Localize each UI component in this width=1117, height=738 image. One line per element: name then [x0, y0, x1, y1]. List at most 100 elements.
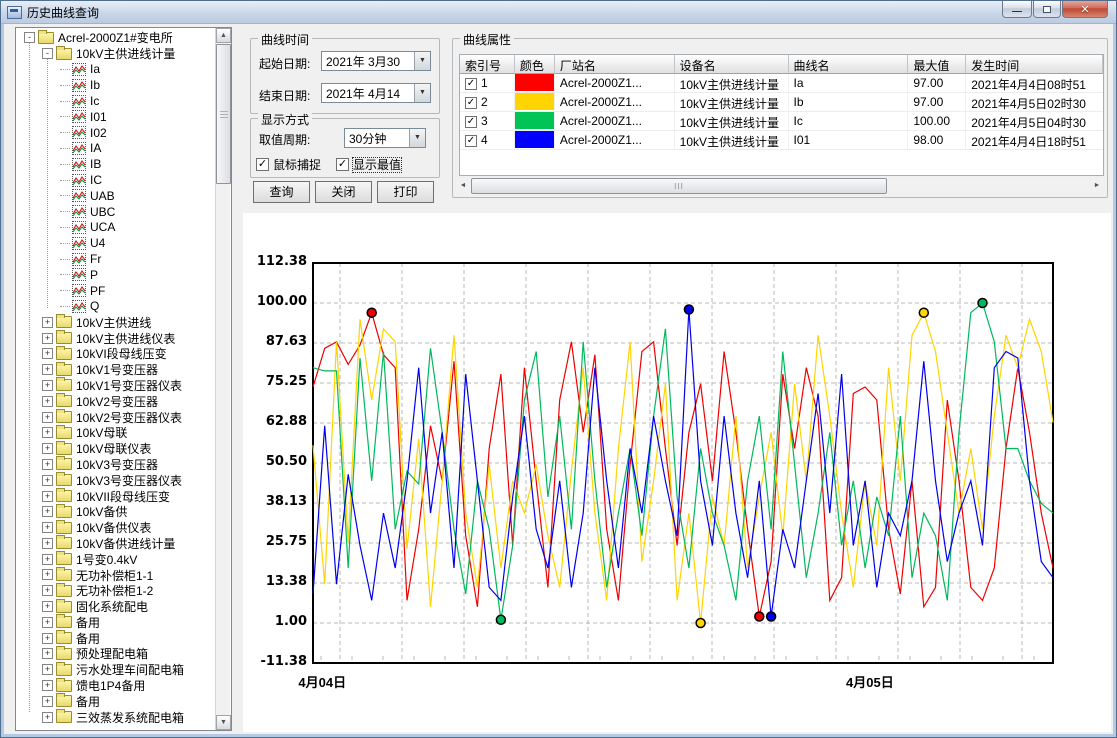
tree-item[interactable]: PF [16, 283, 214, 299]
row-checkbox[interactable]: ✓ [465, 78, 477, 90]
expand-toggle-icon[interactable]: + [42, 554, 53, 565]
expand-toggle-icon[interactable]: + [42, 522, 53, 533]
table-hscrollbar[interactable]: ◄ III ► [455, 178, 1105, 195]
tree-item[interactable]: +10kV2号变压器仪表 [16, 409, 214, 425]
column-header[interactable]: 发生时间 [966, 55, 1103, 74]
column-header[interactable]: 曲线名 [789, 55, 909, 74]
tree-item[interactable]: Ib [16, 77, 214, 93]
table-row[interactable]: ✓4Acrel-2000Z1...10kV主供进线计量I0198.002021年… [460, 131, 1103, 150]
tree-item[interactable]: +10kV主供进线 [16, 314, 214, 330]
tree-item[interactable]: I01 [16, 109, 214, 125]
tree-item[interactable]: Q [16, 299, 214, 315]
tree-item[interactable]: +10kVI段母线压变 [16, 346, 214, 362]
tree-item[interactable]: Fr [16, 251, 214, 267]
tree-item[interactable]: +预处理配电箱 [16, 646, 214, 662]
tree-item[interactable]: +10kV备供 [16, 504, 214, 520]
tree-item[interactable]: Ic [16, 93, 214, 109]
scroll-right-icon[interactable]: ► [1089, 178, 1105, 195]
query-button[interactable]: 查询 [253, 181, 310, 203]
expand-toggle-icon[interactable]: - [42, 48, 53, 59]
tree-item[interactable]: +备用 [16, 614, 214, 630]
close-button[interactable]: ✕ [1062, 1, 1108, 18]
tree-item[interactable]: +固化系统配电 [16, 599, 214, 615]
expand-toggle-icon[interactable]: + [42, 333, 53, 344]
tree-item[interactable]: +10kV1号变压器仪表 [16, 378, 214, 394]
tree-item[interactable]: +10kV2号变压器 [16, 393, 214, 409]
tree-item[interactable]: IB [16, 156, 214, 172]
expand-toggle-icon[interactable]: + [42, 427, 53, 438]
close-dialog-button[interactable]: 关闭 [315, 181, 372, 203]
scroll-left-icon[interactable]: ◄ [455, 178, 471, 195]
column-header[interactable]: 最大值 [908, 55, 966, 74]
expand-toggle-icon[interactable]: + [42, 364, 53, 375]
tree-item[interactable]: +10kV母联仪表 [16, 441, 214, 457]
row-checkbox[interactable]: ✓ [465, 97, 477, 109]
expand-toggle-icon[interactable]: + [42, 712, 53, 723]
expand-toggle-icon[interactable]: + [42, 617, 53, 628]
tree-item[interactable]: +10kV母联 [16, 425, 214, 441]
expand-toggle-icon[interactable]: + [42, 569, 53, 580]
tree-item[interactable]: I02 [16, 125, 214, 141]
history-curve-chart[interactable] [243, 213, 1111, 732]
table-row[interactable]: ✓2Acrel-2000Z1...10kV主供进线计量Ib97.002021年4… [460, 93, 1103, 112]
end-date-combo[interactable]: 2021年 4月14 ▼ [321, 83, 431, 103]
expand-toggle-icon[interactable]: + [42, 380, 53, 391]
tree-item[interactable]: +10kV备供仪表 [16, 520, 214, 536]
tree-item[interactable]: -10kV主供进线计量 [16, 46, 214, 62]
tree-item[interactable]: +无功补偿柜1-1 [16, 567, 214, 583]
table-row[interactable]: ✓3Acrel-2000Z1...10kV主供进线计量Ic100.002021年… [460, 112, 1103, 131]
tree-item[interactable]: +10kVII段母线压变 [16, 488, 214, 504]
expand-toggle-icon[interactable]: + [42, 443, 53, 454]
expand-toggle-icon[interactable]: + [42, 459, 53, 470]
column-header[interactable]: 索引号 [460, 55, 515, 74]
expand-toggle-icon[interactable]: + [42, 696, 53, 707]
expand-toggle-icon[interactable]: + [42, 491, 53, 502]
tree-item[interactable]: +三效蒸发系统配电箱 [16, 709, 214, 725]
tree-item[interactable]: +污水处理车间配电箱 [16, 662, 214, 678]
tree-item[interactable]: +备用 [16, 693, 214, 709]
dropdown-arrow-icon[interactable]: ▼ [414, 52, 430, 70]
expand-toggle-icon[interactable]: + [42, 633, 53, 644]
dropdown-arrow-icon[interactable]: ▼ [414, 84, 430, 102]
expand-toggle-icon[interactable]: + [42, 664, 53, 675]
tree-item[interactable]: U4 [16, 235, 214, 251]
scroll-up-icon[interactable]: ▲ [216, 28, 231, 43]
minimize-button[interactable]: — [1002, 1, 1032, 18]
row-checkbox[interactable]: ✓ [465, 116, 477, 128]
table-scroll-thumb[interactable]: III [471, 178, 887, 194]
expand-toggle-icon[interactable]: + [42, 317, 53, 328]
tree-scroll-thumb[interactable] [216, 44, 231, 184]
dropdown-arrow-icon[interactable]: ▼ [409, 129, 425, 147]
tree-item[interactable]: +无功补偿柜1-2 [16, 583, 214, 599]
expand-toggle-icon[interactable]: + [42, 506, 53, 517]
expand-toggle-icon[interactable]: + [42, 348, 53, 359]
scroll-down-icon[interactable]: ▼ [216, 715, 231, 730]
tree-item[interactable]: Ia [16, 62, 214, 78]
row-checkbox[interactable]: ✓ [465, 135, 477, 147]
tree-item[interactable]: +10kV3号变压器仪表 [16, 472, 214, 488]
restore-button[interactable] [1033, 1, 1061, 18]
tree-item[interactable]: +馈电1P4备用 [16, 678, 214, 694]
tree-item[interactable]: P [16, 267, 214, 283]
table-row[interactable]: ✓1Acrel-2000Z1...10kV主供进线计量Ia97.002021年4… [460, 74, 1103, 93]
tree-item[interactable]: -Acrel-2000Z1#变电所 [16, 30, 214, 46]
expand-toggle-icon[interactable]: + [42, 538, 53, 549]
print-button[interactable]: 打印 [377, 181, 434, 203]
expand-toggle-icon[interactable]: + [42, 412, 53, 423]
expand-toggle-icon[interactable]: + [42, 680, 53, 691]
tree-item[interactable]: +10kV3号变压器 [16, 457, 214, 473]
tree-item[interactable]: UAB [16, 188, 214, 204]
column-header[interactable]: 设备名 [675, 55, 789, 74]
column-header[interactable]: 颜色 [515, 55, 555, 74]
tree-item[interactable]: UBC [16, 204, 214, 220]
tree-item[interactable]: +1号变0.4kV [16, 551, 214, 567]
expand-toggle-icon[interactable]: + [42, 396, 53, 407]
period-combo[interactable]: 30分钟 ▼ [344, 128, 426, 148]
expand-toggle-icon[interactable]: + [42, 648, 53, 659]
show-extremes-checkbox[interactable]: ✓ [336, 158, 349, 171]
tree-item[interactable]: UCA [16, 220, 214, 236]
expand-toggle-icon[interactable]: - [24, 32, 35, 43]
tree-item[interactable]: +10kV主供进线仪表 [16, 330, 214, 346]
titlebar[interactable]: 历史曲线查询 — ✕ [1, 1, 1116, 24]
expand-toggle-icon[interactable]: + [42, 601, 53, 612]
